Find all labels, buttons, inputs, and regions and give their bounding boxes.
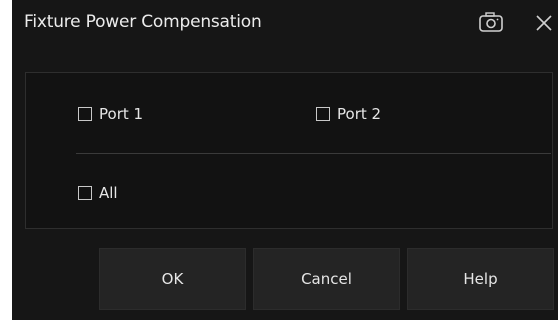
ok-button[interactable]: OK (99, 248, 246, 310)
port-2-checkbox[interactable]: Port 2 (316, 105, 381, 123)
port-1-checkbox-box[interactable] (78, 107, 92, 121)
all-ports-checkbox[interactable]: All (78, 184, 118, 202)
port-1-label: Port 1 (99, 105, 144, 123)
help-button[interactable]: Help (407, 248, 554, 310)
group-divider (76, 153, 551, 154)
port-2-label: Port 2 (337, 105, 382, 123)
dialog-title: Fixture Power Compensation (24, 12, 262, 32)
all-ports-label: All (99, 184, 118, 202)
port-selection-group: Port 1 Port 2 All (25, 72, 553, 229)
port-2-checkbox-box[interactable] (316, 107, 330, 121)
port-1-checkbox[interactable]: Port 1 (78, 105, 143, 123)
all-ports-checkbox-box[interactable] (78, 186, 92, 200)
title-bar: Fixture Power Compensation (12, 0, 558, 50)
close-icon[interactable] (534, 13, 554, 33)
cancel-button[interactable]: Cancel (253, 248, 400, 310)
camera-icon[interactable] (478, 11, 504, 33)
fixture-power-compensation-dialog: Fixture Power Compensation Port 1 Port 2… (12, 0, 558, 320)
